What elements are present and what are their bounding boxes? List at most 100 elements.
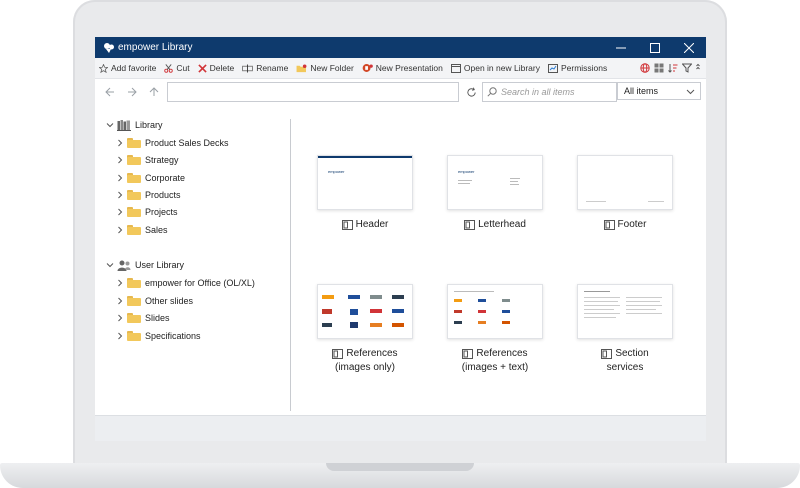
slide-thumbnail bbox=[317, 284, 413, 339]
sort-icon[interactable] bbox=[668, 63, 678, 73]
search-input[interactable]: Search in all items bbox=[482, 82, 617, 102]
thumb-brand: empower bbox=[458, 169, 475, 174]
close-button[interactable] bbox=[672, 37, 706, 58]
item-sublabel: (images only) bbox=[334, 362, 396, 373]
template-icon bbox=[601, 349, 613, 359]
minimize-button[interactable] bbox=[604, 37, 638, 58]
chevron-right-icon[interactable] bbox=[115, 174, 125, 182]
item-grid: empower Header empower Letterhead Footer bbox=[291, 106, 706, 411]
item-label: Section bbox=[615, 348, 649, 359]
status-bar bbox=[95, 415, 706, 441]
chevron-right-icon[interactable] bbox=[115, 208, 125, 216]
item-label: Footer bbox=[617, 219, 647, 230]
scissors-icon bbox=[164, 63, 174, 73]
refresh-icon[interactable] bbox=[463, 82, 479, 102]
more-options-icon[interactable] bbox=[696, 63, 700, 73]
empower-logo-icon bbox=[103, 42, 115, 54]
chevron-right-icon[interactable] bbox=[115, 297, 125, 305]
add-favorite-button[interactable]: Add favorite bbox=[95, 58, 160, 78]
library-item-references-images[interactable]: References (images only) bbox=[317, 284, 413, 375]
chevron-down-icon[interactable] bbox=[105, 121, 115, 129]
template-icon bbox=[341, 220, 353, 230]
chevron-right-icon[interactable] bbox=[115, 156, 125, 164]
template-icon bbox=[464, 220, 476, 230]
slide-thumbnail bbox=[577, 155, 673, 210]
folder-icon bbox=[127, 190, 141, 200]
chevron-down-icon[interactable] bbox=[105, 261, 115, 269]
permissions-label: Permissions bbox=[560, 63, 608, 73]
chevron-right-icon[interactable] bbox=[115, 314, 125, 322]
users-icon bbox=[117, 260, 131, 271]
library-item-footer[interactable]: Footer bbox=[577, 155, 673, 232]
tree-label: Sales bbox=[145, 225, 168, 235]
folder-icon bbox=[127, 155, 141, 165]
chevron-right-icon[interactable] bbox=[115, 191, 125, 199]
tree-label: Slides bbox=[145, 313, 170, 323]
tree-node-folder[interactable]: Sales bbox=[115, 223, 168, 237]
library-item-letterhead[interactable]: empower Letterhead bbox=[447, 155, 543, 232]
tree-label: Other slides bbox=[145, 296, 194, 306]
chevron-right-icon[interactable] bbox=[115, 279, 125, 287]
delete-button[interactable]: Delete bbox=[194, 58, 239, 78]
folder-icon bbox=[127, 296, 141, 306]
tree-label: Corporate bbox=[145, 173, 186, 183]
window-icon bbox=[450, 63, 461, 73]
tree-node-folder[interactable]: Product Sales Decks bbox=[115, 136, 229, 150]
item-sublabel: services bbox=[606, 362, 644, 373]
chevron-right-icon[interactable] bbox=[115, 226, 125, 234]
app-window: empower Library Add favorite Cut Delete … bbox=[95, 37, 706, 441]
rename-button[interactable]: Rename bbox=[238, 58, 292, 78]
search-icon bbox=[487, 87, 497, 97]
up-arrow-icon[interactable] bbox=[143, 79, 165, 105]
tree-node-folder[interactable]: Strategy bbox=[115, 153, 179, 167]
new-presentation-button[interactable]: New Presentation bbox=[358, 58, 447, 78]
library-books-icon bbox=[117, 119, 131, 131]
address-bar[interactable] bbox=[167, 82, 459, 102]
tree-node-folder[interactable]: Slides bbox=[115, 311, 170, 325]
delete-x-icon bbox=[197, 63, 207, 73]
filter-icon[interactable] bbox=[682, 63, 692, 73]
forward-arrow-icon[interactable] bbox=[121, 79, 143, 105]
tree-node-library[interactable]: Library bbox=[105, 118, 163, 132]
tree-node-user-library[interactable]: User Library bbox=[105, 258, 184, 272]
tree-label: Specifications bbox=[145, 331, 201, 341]
tree-node-folder[interactable]: Projects bbox=[115, 205, 178, 219]
template-icon bbox=[332, 349, 344, 359]
folder-icon bbox=[127, 173, 141, 183]
library-item-references-text[interactable]: References (images + text) bbox=[447, 284, 543, 375]
scope-dropdown[interactable]: All items bbox=[617, 82, 701, 100]
tree-node-folder[interactable]: Products bbox=[115, 188, 181, 202]
tree-node-folder[interactable]: empower for Office (OL/XL) bbox=[115, 276, 255, 290]
cut-button[interactable]: Cut bbox=[160, 58, 193, 78]
rename-label: Rename bbox=[256, 63, 289, 73]
title-bar: empower Library bbox=[95, 37, 706, 58]
thumb-brand: empower bbox=[328, 169, 345, 174]
new-presentation-label: New Presentation bbox=[375, 63, 443, 73]
library-item-section-services[interactable]: Section services bbox=[577, 284, 673, 375]
library-item-header[interactable]: empower Header bbox=[317, 155, 413, 232]
tree-label: Library bbox=[135, 120, 163, 130]
delete-label: Delete bbox=[209, 63, 235, 73]
maximize-button[interactable] bbox=[638, 37, 672, 58]
tree-node-folder[interactable]: Corporate bbox=[115, 171, 185, 185]
tree-node-folder[interactable]: Other slides bbox=[115, 294, 193, 308]
new-folder-button[interactable]: New Folder bbox=[292, 58, 357, 78]
laptop-notch bbox=[326, 463, 474, 471]
tree-node-folder[interactable]: Specifications bbox=[115, 329, 201, 343]
folder-icon bbox=[127, 313, 141, 323]
item-label: Header bbox=[355, 219, 389, 230]
permissions-button[interactable]: Permissions bbox=[544, 58, 611, 78]
window-title: empower Library bbox=[118, 42, 193, 53]
open-new-library-button[interactable]: Open in new Library bbox=[447, 58, 544, 78]
chevron-right-icon[interactable] bbox=[115, 139, 125, 147]
chevron-right-icon[interactable] bbox=[115, 332, 125, 340]
slide-thumbnail bbox=[447, 284, 543, 339]
add-favorite-label: Add favorite bbox=[111, 63, 157, 73]
folder-icon bbox=[127, 331, 141, 341]
folder-icon bbox=[127, 225, 141, 235]
grid-view-icon[interactable] bbox=[654, 63, 664, 73]
back-arrow-icon[interactable] bbox=[99, 79, 121, 105]
tree-label: User Library bbox=[135, 260, 185, 270]
globe-icon[interactable] bbox=[640, 63, 650, 73]
item-label: References bbox=[346, 348, 398, 359]
